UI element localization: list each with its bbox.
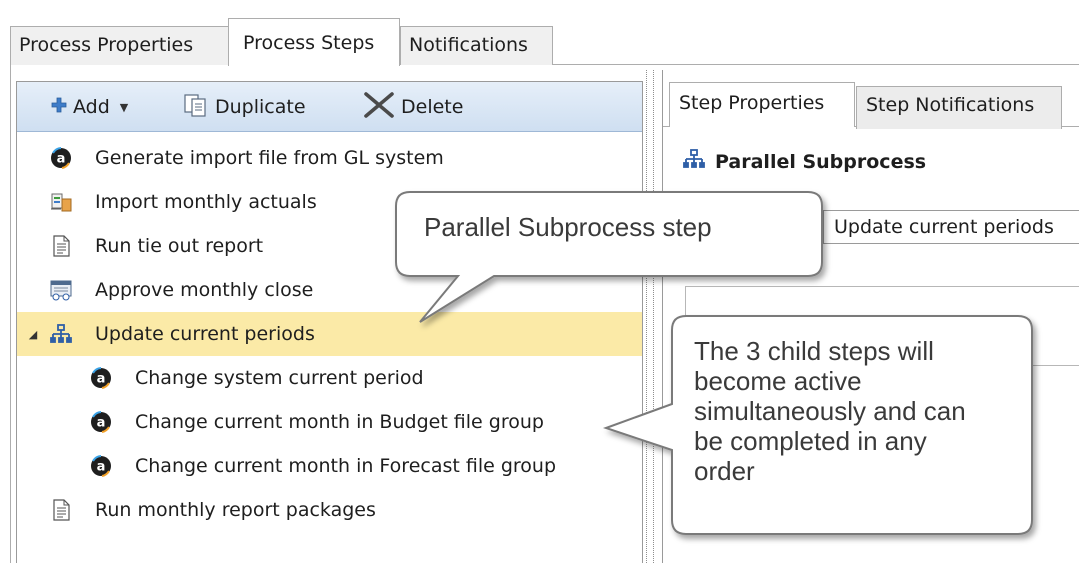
steps-toolbar: Add ▼ Duplicate Delete [17, 82, 642, 132]
delete-x-icon [363, 91, 395, 124]
approval-step-icon [49, 278, 73, 302]
delete-button[interactable]: Delete [363, 90, 463, 124]
callout-text-child-steps: The 3 child steps will become active sim… [694, 336, 966, 486]
pane-splitter[interactable] [646, 70, 654, 563]
tab-process-steps[interactable]: Process Steps [228, 18, 400, 66]
tab-process-properties[interactable]: Process Properties [10, 26, 229, 65]
tree-item-label: Approve monthly close [95, 279, 314, 301]
tab-step-notifications[interactable]: Step Notifications [856, 86, 1062, 129]
tree-item-change-forecast-month[interactable]: a Change current month in Forecast file … [89, 444, 642, 488]
delete-button-label: Delete [401, 96, 464, 118]
report-step-icon [49, 498, 73, 522]
expand-arrow-icon[interactable]: ◢ [17, 328, 49, 341]
svg-text:a: a [97, 372, 106, 387]
duplicate-button-label: Duplicate [215, 96, 306, 118]
add-button[interactable]: Add ▼ [51, 90, 128, 124]
add-button-label: Add [73, 96, 110, 118]
tree-item-change-budget-month[interactable]: a Change current month in Budget file gr… [89, 400, 642, 444]
process-tabstrip: Process Properties Process Steps Notific… [0, 0, 1079, 66]
tab-notifications[interactable]: Notifications [400, 26, 553, 65]
tree-item-change-system-current-period[interactable]: a Change system current period [89, 356, 642, 400]
automated-step-icon: a [89, 366, 113, 390]
step-details-pane: Step Properties Step Notifications Paral… [662, 70, 1079, 563]
parallel-subprocess-icon [49, 322, 73, 346]
tree-item-label: Run monthly report packages [95, 499, 376, 521]
svg-text:a: a [97, 460, 106, 475]
tree-item-label: Generate import file from GL system [95, 147, 444, 169]
svg-text:a: a [97, 416, 106, 431]
duplicate-button[interactable]: Duplicate [183, 90, 306, 124]
import-step-icon [49, 190, 73, 214]
tab-step-properties[interactable]: Step Properties [669, 82, 855, 127]
tree-item-label: Run tie out report [95, 235, 264, 257]
tree-item-label: Import monthly actuals [95, 191, 317, 213]
parallel-subprocess-icon [683, 148, 705, 175]
step-type-heading: Parallel Subprocess [683, 148, 926, 175]
plus-icon [51, 96, 67, 118]
tree-item-run-monthly-report-packages[interactable]: Run monthly report packages [49, 488, 642, 532]
svg-text:a: a [57, 152, 66, 167]
tree-item-label: Change system current period [135, 367, 424, 389]
callout-text-parallel-step: Parallel Subprocess step [424, 212, 712, 242]
automated-step-icon: a [49, 146, 73, 170]
tree-item-label: Update current periods [95, 323, 315, 345]
chevron-down-icon: ▼ [119, 100, 129, 114]
step-name-field[interactable]: Update current periods [823, 210, 1079, 244]
tree-item-generate-import-file[interactable]: a Generate import file from GL system [49, 136, 642, 180]
tree-item-label: Change current month in Budget file grou… [135, 411, 544, 433]
step-type-label: Parallel Subprocess [715, 150, 927, 173]
tree-item-approve-monthly-close[interactable]: Approve monthly close [49, 268, 642, 312]
automated-step-icon: a [89, 454, 113, 478]
steps-pane: Add ▼ Duplicate Delete a Generate import… [16, 81, 643, 563]
duplicate-icon [183, 93, 209, 122]
report-step-icon [49, 234, 73, 258]
tree-item-label: Change current month in Forecast file gr… [135, 455, 557, 477]
automated-step-icon: a [89, 410, 113, 434]
tree-item-update-current-periods[interactable]: ◢ Update current periods [17, 312, 642, 356]
